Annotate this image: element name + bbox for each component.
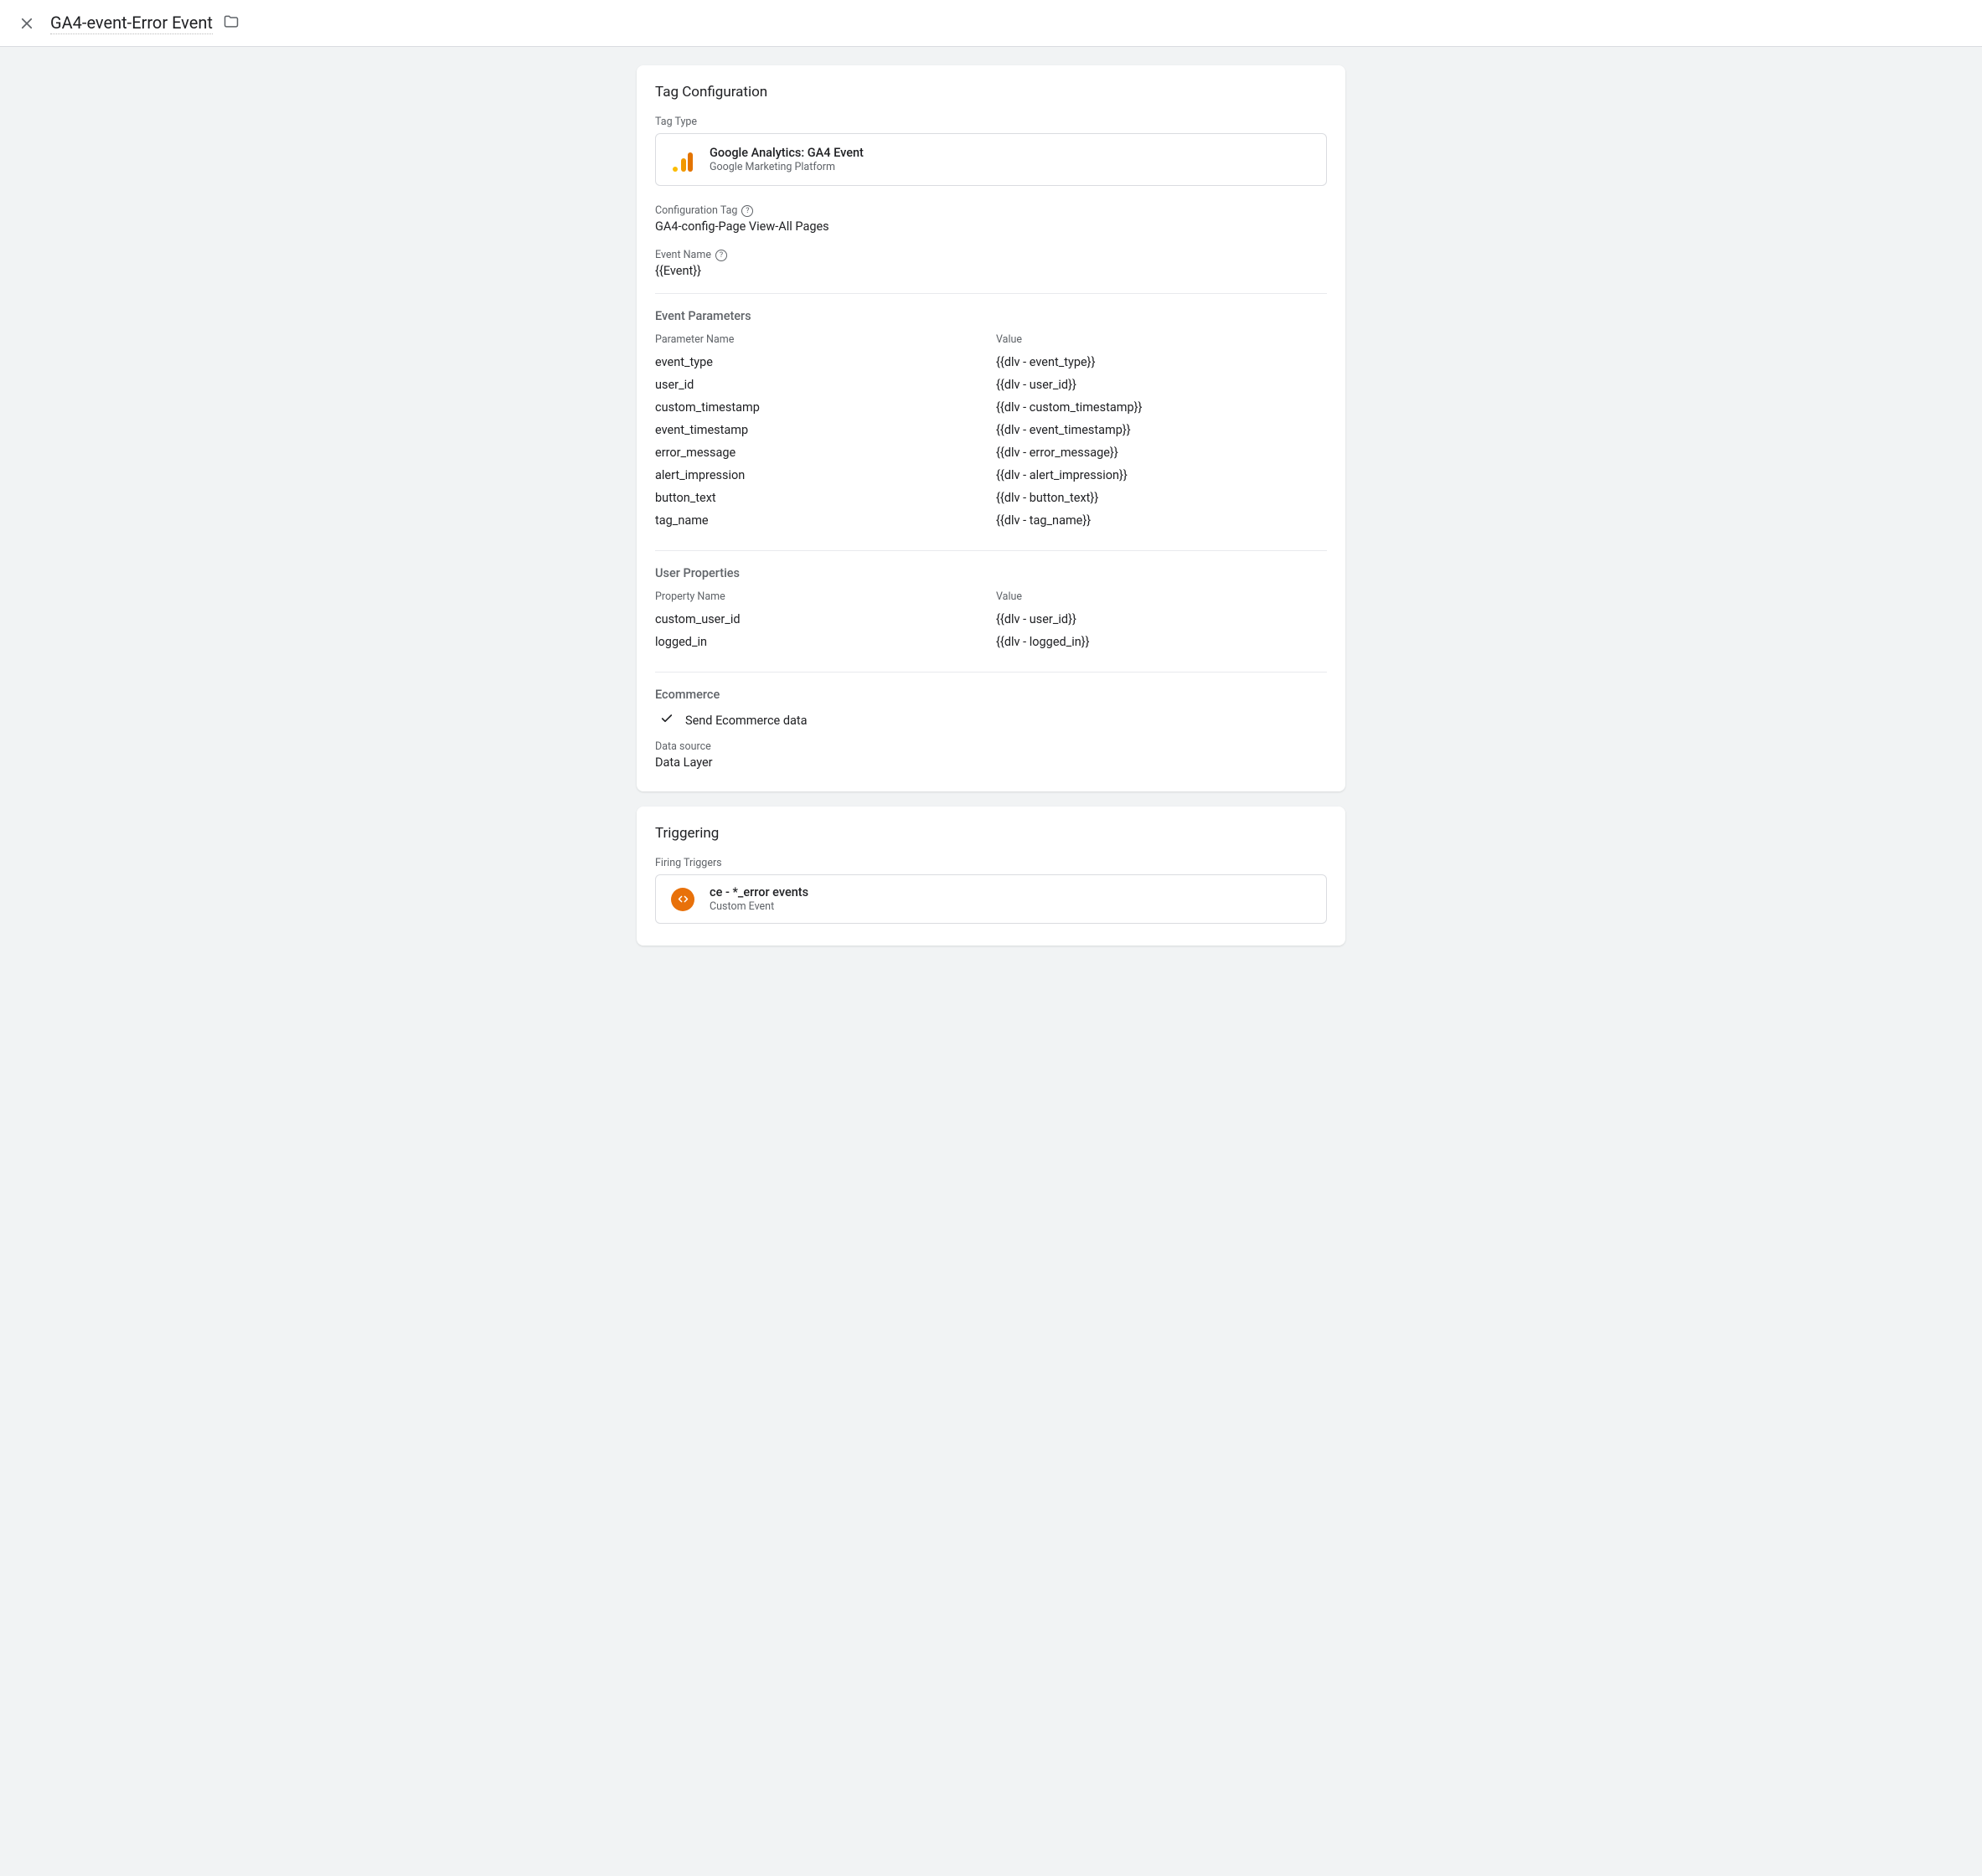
tag-type-selector[interactable]: Google Analytics: GA4 Event Google Marke… <box>655 133 1327 186</box>
google-analytics-icon <box>671 148 694 172</box>
event-parameters-table: Parameter Name Value event_type {{dlv - e… <box>655 333 1327 532</box>
data-source-value: Data Layer <box>655 755 1327 770</box>
user-properties-title: User Properties <box>655 566 1327 580</box>
param-value: {{dlv - error_message}} <box>996 441 1327 464</box>
prop-value: {{dlv - logged_in}} <box>996 631 1327 653</box>
close-icon <box>19 16 34 31</box>
prop-name: logged_in <box>655 631 986 653</box>
param-value: {{dlv - event_type}} <box>996 351 1327 374</box>
tag-config-title: Tag Configuration <box>655 84 1327 100</box>
prop-value: {{dlv - user_id}} <box>996 608 1327 631</box>
help-icon[interactable]: ? <box>715 250 727 261</box>
close-button[interactable] <box>17 13 37 34</box>
param-value: {{dlv - custom_timestamp}} <box>996 396 1327 419</box>
trigger-name: ce - *_error events <box>710 885 808 899</box>
folder-icon[interactable] <box>223 13 240 34</box>
param-value-header: Value <box>996 333 1327 346</box>
event-parameters-title: Event Parameters <box>655 309 1327 323</box>
config-tag-label: Configuration Tag ? <box>655 204 1327 217</box>
param-name: error_message <box>655 441 986 464</box>
tag-type-name: Google Analytics: GA4 Event <box>710 146 864 160</box>
param-value: {{dlv - user_id}} <box>996 374 1327 396</box>
param-value: {{dlv - tag_name}} <box>996 509 1327 532</box>
data-source-label: Data source <box>655 740 1327 753</box>
top-bar: GA4-event-Error Event <box>0 0 1982 47</box>
triggering-card: Triggering Firing Triggers ce - *_error … <box>637 807 1345 946</box>
help-icon[interactable]: ? <box>741 205 753 217</box>
param-name: user_id <box>655 374 986 396</box>
custom-event-icon <box>671 888 694 911</box>
param-value: {{dlv - event_timestamp}} <box>996 419 1327 441</box>
firing-trigger-item[interactable]: ce - *_error events Custom Event <box>655 874 1327 924</box>
param-name: button_text <box>655 487 986 509</box>
check-icon <box>660 712 674 729</box>
param-name: alert_impression <box>655 464 986 487</box>
prop-value-header: Value <box>996 590 1327 603</box>
param-name: tag_name <box>655 509 986 532</box>
param-name: event_type <box>655 351 986 374</box>
ecommerce-title: Ecommerce <box>655 688 1327 702</box>
config-tag-value: GA4-config-Page View-All Pages <box>655 219 1327 234</box>
triggering-title: Triggering <box>655 825 1327 842</box>
tag-type-sub: Google Marketing Platform <box>710 161 864 173</box>
event-name-value: {{Event}} <box>655 264 1327 278</box>
param-value: {{dlv - alert_impression}} <box>996 464 1327 487</box>
trigger-type: Custom Event <box>710 900 808 913</box>
event-name-label: Event Name ? <box>655 249 1327 261</box>
param-name: event_timestamp <box>655 419 986 441</box>
firing-triggers-label: Firing Triggers <box>655 857 1327 869</box>
prop-name-header: Property Name <box>655 590 986 603</box>
prop-name: custom_user_id <box>655 608 986 631</box>
tag-name-title[interactable]: GA4-event-Error Event <box>50 13 213 34</box>
tag-configuration-card: Tag Configuration Tag Type Google Analyt… <box>637 65 1345 791</box>
param-name-header: Parameter Name <box>655 333 986 346</box>
tag-type-label: Tag Type <box>655 116 1327 128</box>
user-properties-table: Property Name Value custom_user_id {{dlv … <box>655 590 1327 653</box>
param-name: custom_timestamp <box>655 396 986 419</box>
param-value: {{dlv - button_text}} <box>996 487 1327 509</box>
send-ecommerce-label: Send Ecommerce data <box>685 714 808 728</box>
